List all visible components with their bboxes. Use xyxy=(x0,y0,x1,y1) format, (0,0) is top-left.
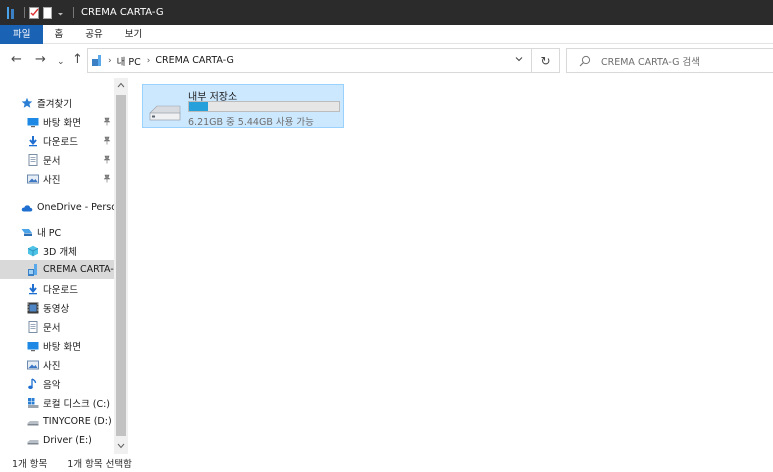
drive-tile-internal-storage[interactable]: 내부 저장소 6.21GB 중 5.44GB 사용 가능 xyxy=(142,84,344,128)
refresh-icon: ↻ xyxy=(540,53,551,68)
customize-quick-access-icon[interactable] xyxy=(57,7,64,19)
search-placeholder: CREMA CARTA-G 검색 xyxy=(601,56,700,68)
nav-downloads[interactable]: 다운로드 xyxy=(27,131,114,150)
nav-3d-objects[interactable]: 3D 개체 xyxy=(27,241,114,260)
music-icon xyxy=(27,377,39,390)
download-icon xyxy=(27,135,39,147)
nav-onedrive[interactable]: OneDrive - Personal xyxy=(21,198,114,217)
pin-icon[interactable] xyxy=(103,155,111,164)
drive-usage-fill xyxy=(189,102,208,111)
document-icon xyxy=(27,153,39,166)
windows-drive-icon xyxy=(27,397,39,409)
usb-drive-icon xyxy=(27,435,39,447)
recent-locations-chevron-icon[interactable]: ⌄ xyxy=(57,55,65,69)
address-bar[interactable]: › 내 PC › CREMA CARTA-G xyxy=(87,48,532,73)
drive-icon xyxy=(148,103,182,123)
separator xyxy=(73,7,74,18)
item-count: 1개 항목 xyxy=(12,459,48,470)
device-icon xyxy=(6,6,15,19)
forward-arrow-icon[interactable]: → xyxy=(35,53,46,67)
drive-usage-bar xyxy=(188,101,340,112)
pictures-icon xyxy=(27,173,39,185)
pin-icon[interactable] xyxy=(103,174,111,183)
nav-scrollbar[interactable] xyxy=(114,78,128,454)
nav-pc-downloads[interactable]: 다운로드 xyxy=(27,279,114,298)
pin-icon[interactable] xyxy=(103,117,111,126)
desktop-icon xyxy=(27,340,39,352)
up-arrow-icon[interactable]: ↑ xyxy=(72,53,83,67)
nav-pc-desktop[interactable]: 바탕 화면 xyxy=(27,336,114,355)
new-folder-icon[interactable] xyxy=(43,6,52,19)
pin-icon[interactable] xyxy=(103,136,111,145)
status-bar: 1개 항목 1개 항목 선택함 xyxy=(0,454,773,472)
tab-view[interactable]: 보기 xyxy=(114,25,153,44)
nav-crema-carta-g[interactable]: CREMA CARTA-G xyxy=(0,260,114,279)
tab-home[interactable]: 홈 xyxy=(43,25,74,44)
nav-pictures[interactable]: 사진 xyxy=(27,169,114,188)
navigation-pane: 즐겨찾기 바탕 화면 다운로드 문서 사진 OneDrive - Persona… xyxy=(0,78,128,454)
nav-pc-documents[interactable]: 문서 xyxy=(27,317,114,336)
window-title: CREMA CARTA-G xyxy=(81,7,164,18)
pictures-icon xyxy=(27,359,39,371)
nav-local-disk-c[interactable]: 로컬 디스크 (C:) xyxy=(27,393,114,412)
breadcrumb-chevron-icon[interactable]: › xyxy=(108,56,112,66)
device-icon xyxy=(92,54,102,67)
usb-drive-icon xyxy=(27,416,39,428)
scroll-up-icon[interactable] xyxy=(117,81,125,90)
title-bar: CREMA CARTA-G xyxy=(0,0,773,25)
properties-icon[interactable] xyxy=(29,6,39,19)
cloud-icon xyxy=(21,202,33,214)
scroll-down-icon[interactable] xyxy=(117,442,125,451)
search-icon xyxy=(579,55,591,67)
selected-count: 1개 항목 선택함 xyxy=(67,459,132,470)
nav-tinycore-d[interactable]: TINYCORE (D:) xyxy=(27,412,114,431)
breadcrumb-current[interactable]: CREMA CARTA-G xyxy=(155,55,234,66)
refresh-button[interactable]: ↻ xyxy=(532,48,560,73)
breadcrumb-chevron-icon[interactable]: › xyxy=(147,56,151,66)
scrollbar-thumb[interactable] xyxy=(116,95,126,436)
nav-music[interactable]: 음악 xyxy=(27,374,114,393)
address-dropdown-icon[interactable] xyxy=(515,55,523,63)
breadcrumb-this-pc[interactable]: 내 PC xyxy=(117,54,141,68)
nav-pc-pictures[interactable]: 사진 xyxy=(27,355,114,374)
nav-videos[interactable]: 동영상 xyxy=(27,298,114,317)
nav-documents[interactable]: 문서 xyxy=(27,150,114,169)
separator xyxy=(24,7,25,18)
search-input[interactable]: CREMA CARTA-G 검색 xyxy=(566,48,773,73)
nav-driver-e[interactable]: Driver (E:) xyxy=(27,431,114,450)
cube-icon xyxy=(27,245,39,257)
video-icon xyxy=(27,302,39,314)
drive-free-space: 6.21GB 중 5.44GB 사용 가능 xyxy=(188,117,314,128)
computer-icon xyxy=(21,226,33,238)
download-icon xyxy=(27,283,39,295)
desktop-icon xyxy=(27,116,39,128)
tab-share[interactable]: 공유 xyxy=(74,25,113,44)
back-arrow-icon[interactable]: ← xyxy=(11,53,22,67)
document-icon xyxy=(27,320,39,333)
star-icon xyxy=(21,97,33,109)
device-icon xyxy=(27,263,39,276)
ribbon-tabs: 파일 홈 공유 보기 xyxy=(0,25,773,44)
nav-desktop[interactable]: 바탕 화면 xyxy=(27,112,114,131)
tab-file[interactable]: 파일 xyxy=(0,25,44,44)
